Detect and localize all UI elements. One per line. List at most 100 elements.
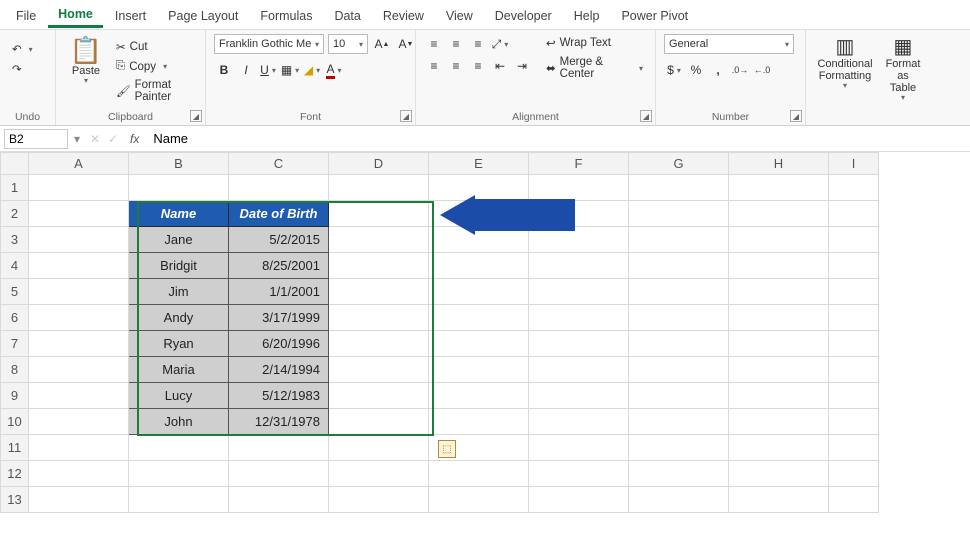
row-header-12[interactable]: 12: [1, 461, 29, 487]
cell-b3[interactable]: Jane: [129, 227, 229, 253]
tab-pagelayout[interactable]: Page Layout: [158, 3, 248, 27]
cell-b2[interactable]: Name: [129, 201, 229, 227]
cell-b10[interactable]: John: [129, 409, 229, 435]
italic-button[interactable]: I: [236, 60, 256, 80]
undo-button[interactable]: ↶: [8, 40, 37, 58]
tab-file[interactable]: File: [6, 3, 46, 27]
cell-b4[interactable]: Bridgit: [129, 253, 229, 279]
bold-button[interactable]: B: [214, 60, 234, 80]
col-header-h[interactable]: H: [729, 153, 829, 175]
merge-center-button[interactable]: ⬌Merge & Center: [542, 54, 647, 82]
row-header-9[interactable]: 9: [1, 383, 29, 409]
decrease-font-button[interactable]: A▼: [396, 34, 416, 54]
col-header-d[interactable]: D: [329, 153, 429, 175]
increase-font-button[interactable]: A▲: [372, 34, 392, 54]
copy-button[interactable]: ⎘Copy: [112, 58, 197, 75]
cell-b8[interactable]: Maria: [129, 357, 229, 383]
cell-c3[interactable]: 5/2/2015: [229, 227, 329, 253]
accounting-format-button[interactable]: $: [664, 60, 684, 80]
number-format-select[interactable]: General▾: [664, 34, 794, 54]
clipboard-dialog-launcher[interactable]: ◢: [190, 110, 202, 122]
row-header-6[interactable]: 6: [1, 305, 29, 331]
decrease-indent-button[interactable]: ⇤: [490, 56, 510, 76]
percent-format-button[interactable]: %: [686, 60, 706, 80]
orientation-button[interactable]: ⤢: [490, 34, 510, 54]
cell-c6[interactable]: 3/17/1999: [229, 305, 329, 331]
tab-powerpivot[interactable]: Power Pivot: [611, 3, 698, 27]
cancel-formula-button[interactable]: ✕: [86, 132, 104, 146]
group-undo: ↶ ↷ Undo: [0, 30, 56, 125]
select-all-corner[interactable]: [1, 153, 29, 175]
row-header-5[interactable]: 5: [1, 279, 29, 305]
namebox-dropdown[interactable]: ▾: [68, 132, 86, 146]
row-header-11[interactable]: 11: [1, 435, 29, 461]
cell-c10[interactable]: 12/31/1978: [229, 409, 329, 435]
row-header-7[interactable]: 7: [1, 331, 29, 357]
cell-c5[interactable]: 1/1/2001: [229, 279, 329, 305]
row-header-10[interactable]: 10: [1, 409, 29, 435]
col-header-a[interactable]: A: [29, 153, 129, 175]
row-header-3[interactable]: 3: [1, 227, 29, 253]
cell-b7[interactable]: Ryan: [129, 331, 229, 357]
cell-c4[interactable]: 8/25/2001: [229, 253, 329, 279]
col-header-b[interactable]: B: [129, 153, 229, 175]
cell-c2[interactable]: Date of Birth: [229, 201, 329, 227]
tab-insert[interactable]: Insert: [105, 3, 156, 27]
align-middle-button[interactable]: ≡: [446, 34, 466, 54]
font-size-select[interactable]: 10▾: [328, 34, 368, 54]
tab-help[interactable]: Help: [564, 3, 610, 27]
col-header-c[interactable]: C: [229, 153, 329, 175]
comma-format-button[interactable]: ,: [708, 60, 728, 80]
name-box[interactable]: [4, 129, 68, 149]
font-name-select[interactable]: Franklin Gothic Me▾: [214, 34, 324, 54]
cut-button[interactable]: ✂Cut: [112, 38, 197, 56]
tab-developer[interactable]: Developer: [485, 3, 562, 27]
col-header-i[interactable]: I: [829, 153, 879, 175]
cell-c9[interactable]: 5/12/1983: [229, 383, 329, 409]
col-header-f[interactable]: F: [529, 153, 629, 175]
font-dialog-launcher[interactable]: ◢: [400, 110, 412, 122]
paste-button[interactable]: 📋 Paste ▾: [64, 34, 108, 87]
align-top-button[interactable]: ≡: [424, 34, 444, 54]
format-as-table-button[interactable]: ▦ Format as Table ▾: [878, 34, 928, 105]
tab-home[interactable]: Home: [48, 1, 103, 28]
cell-c8[interactable]: 2/14/1994: [229, 357, 329, 383]
fx-icon[interactable]: fx: [130, 132, 139, 146]
wrap-text-button[interactable]: ↩Wrap Text: [542, 34, 647, 52]
cell-b5[interactable]: Jim: [129, 279, 229, 305]
underline-button[interactable]: U: [258, 60, 278, 80]
row-header-13[interactable]: 13: [1, 487, 29, 513]
tab-data[interactable]: Data: [324, 3, 370, 27]
cell-b9[interactable]: Lucy: [129, 383, 229, 409]
cell-c7[interactable]: 6/20/1996: [229, 331, 329, 357]
cell-b6[interactable]: Andy: [129, 305, 229, 331]
align-bottom-button[interactable]: ≡: [468, 34, 488, 54]
font-color-button[interactable]: A: [324, 60, 344, 80]
align-right-button[interactable]: ≡: [468, 56, 488, 76]
row-header-1[interactable]: 1: [1, 175, 29, 201]
increase-indent-button[interactable]: ⇥: [512, 56, 532, 76]
border-button[interactable]: ▦: [280, 60, 300, 80]
tab-review[interactable]: Review: [373, 3, 434, 27]
decrease-decimal-button[interactable]: ←.0: [752, 60, 772, 80]
tab-formulas[interactable]: Formulas: [250, 3, 322, 27]
row-header-8[interactable]: 8: [1, 357, 29, 383]
format-painter-button[interactable]: 🖌Format Painter: [112, 77, 197, 105]
row-header-4[interactable]: 4: [1, 253, 29, 279]
align-left-button[interactable]: ≡: [424, 56, 444, 76]
increase-decimal-button[interactable]: .0→: [730, 60, 750, 80]
formula-input[interactable]: [147, 129, 970, 148]
align-center-button[interactable]: ≡: [446, 56, 466, 76]
number-dialog-launcher[interactable]: ◢: [790, 110, 802, 122]
enter-formula-button[interactable]: ✓: [104, 132, 122, 146]
alignment-dialog-launcher[interactable]: ◢: [640, 110, 652, 122]
row-header-2[interactable]: 2: [1, 201, 29, 227]
col-header-g[interactable]: G: [629, 153, 729, 175]
quick-analysis-button[interactable]: ⬚: [438, 440, 456, 458]
fill-color-button[interactable]: ◢: [302, 60, 322, 80]
col-header-e[interactable]: E: [429, 153, 529, 175]
tab-view[interactable]: View: [436, 3, 483, 27]
conditional-formatting-button[interactable]: ▥ Conditional Formatting ▾: [814, 34, 876, 93]
arrow-head-icon: [440, 195, 475, 235]
redo-button[interactable]: ↷: [8, 60, 26, 78]
